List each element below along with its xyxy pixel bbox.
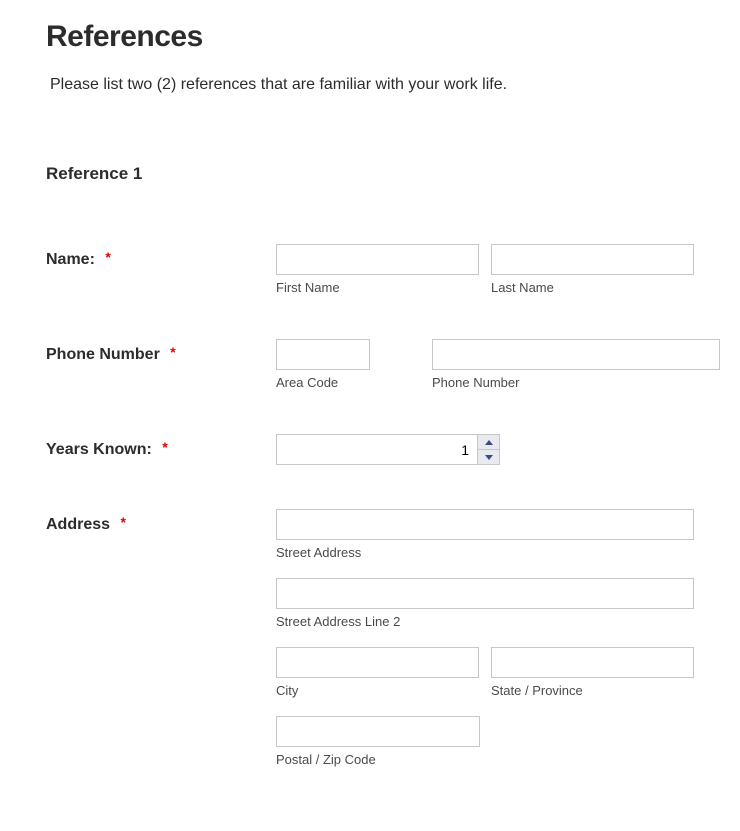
area-code-input[interactable]: [276, 339, 370, 370]
street-address-2-sublabel: Street Address Line 2: [276, 614, 694, 629]
years-row: Years Known: *: [46, 434, 694, 465]
street-address-input[interactable]: [276, 509, 694, 540]
required-indicator: *: [162, 439, 167, 455]
years-known-input[interactable]: [277, 435, 477, 464]
name-row: Name: * First Name Last Name: [46, 244, 694, 295]
first-name-input[interactable]: [276, 244, 479, 275]
phone-number-input[interactable]: [432, 339, 720, 370]
street-address-2-input[interactable]: [276, 578, 694, 609]
area-code-sublabel: Area Code: [276, 375, 370, 390]
city-input[interactable]: [276, 647, 479, 678]
page-heading: References: [46, 20, 694, 54]
required-indicator: *: [105, 249, 110, 265]
postal-code-sublabel: Postal / Zip Code: [276, 752, 694, 767]
first-name-sublabel: First Name: [276, 280, 479, 295]
years-known-stepper: [276, 434, 500, 465]
required-indicator: *: [120, 514, 125, 530]
name-label: Name:: [46, 251, 95, 268]
reference-section-heading: Reference 1: [46, 164, 694, 184]
city-sublabel: City: [276, 683, 479, 698]
stepper-down-button[interactable]: [478, 450, 499, 464]
stepper-up-button[interactable]: [478, 435, 499, 450]
intro-text: Please list two (2) references that are …: [50, 76, 694, 94]
phone-row: Phone Number * Area Code Phone Number: [46, 339, 694, 390]
address-row: Address * Street Address Street Address …: [46, 509, 694, 767]
chevron-up-icon: [485, 440, 493, 445]
phone-label: Phone Number: [46, 346, 160, 363]
address-label: Address: [46, 516, 110, 533]
last-name-input[interactable]: [491, 244, 694, 275]
last-name-sublabel: Last Name: [491, 280, 694, 295]
years-label: Years Known:: [46, 441, 152, 458]
street-address-sublabel: Street Address: [276, 545, 694, 560]
chevron-down-icon: [485, 455, 493, 460]
phone-number-sublabel: Phone Number: [432, 375, 720, 390]
required-indicator: *: [170, 344, 175, 360]
postal-code-input[interactable]: [276, 716, 480, 747]
state-input[interactable]: [491, 647, 694, 678]
state-sublabel: State / Province: [491, 683, 694, 698]
